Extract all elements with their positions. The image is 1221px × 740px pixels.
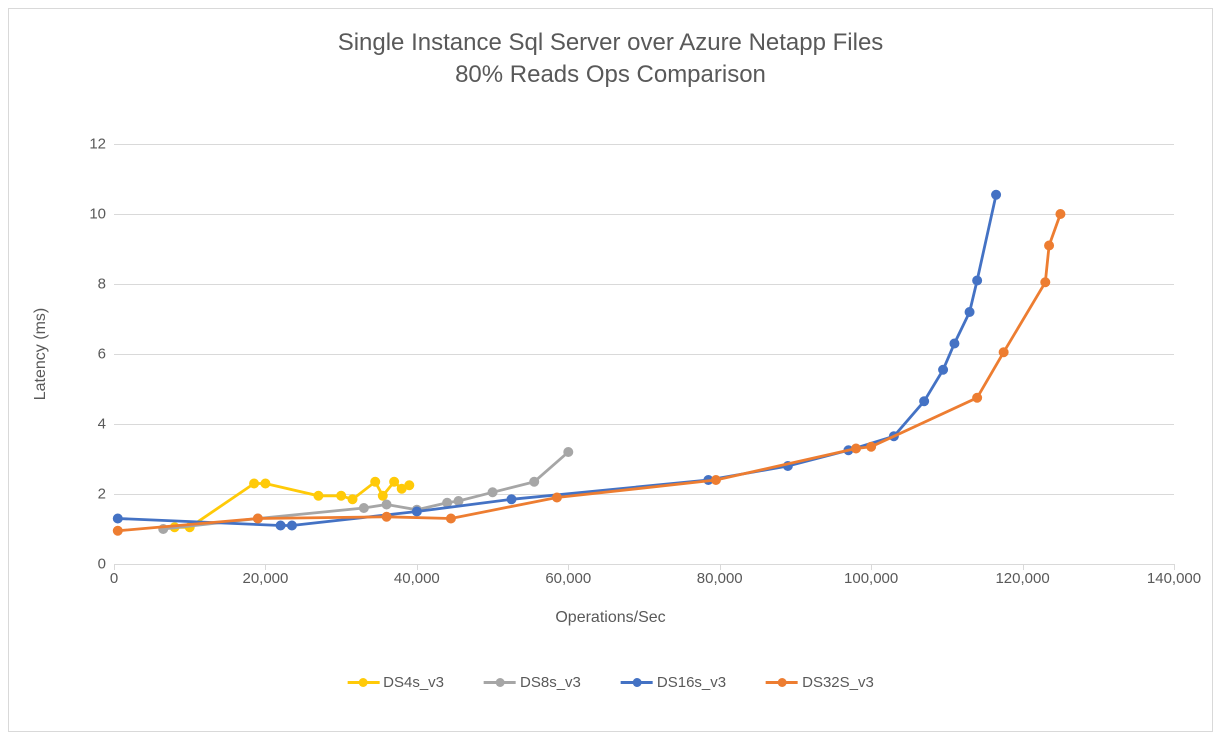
x-tick-label: 40,000	[394, 570, 440, 587]
y-tick-label: 12	[89, 136, 106, 153]
chart-title: Single Instance Sql Server over Azure Ne…	[9, 27, 1212, 59]
data-point	[1055, 209, 1065, 219]
x-axis-label: Operations/Sec	[555, 609, 665, 627]
y-tick-label: 6	[98, 346, 106, 363]
plot-area: 024681012020,00040,00060,00080,000100,00…	[114, 144, 1174, 564]
x-tick-label: 20,000	[242, 570, 288, 587]
gridline	[114, 564, 1174, 565]
data-point	[851, 444, 861, 454]
y-tick-label: 8	[98, 276, 106, 293]
x-tick-label: 60,000	[545, 570, 591, 587]
x-tick-label: 140,000	[1147, 570, 1201, 587]
legend-item-DS8s_v3: DS8s_v3	[484, 674, 581, 691]
chart-container: Single Instance Sql Server over Azure Ne…	[8, 8, 1213, 732]
data-point	[382, 512, 392, 522]
legend-swatch	[347, 676, 379, 690]
data-point	[1040, 277, 1050, 287]
legend-item-DS4s_v3: DS4s_v3	[347, 674, 444, 691]
legend-swatch	[484, 676, 516, 690]
y-tick-label: 10	[89, 206, 106, 223]
y-tick-label: 2	[98, 486, 106, 503]
legend-item-DS32S_v3: DS32S_v3	[766, 674, 874, 691]
legend-label: DS16s_v3	[657, 674, 726, 691]
data-point	[446, 514, 456, 524]
series-DS32S_v3	[114, 144, 1174, 564]
data-point	[1044, 241, 1054, 251]
x-tick-label: 0	[110, 570, 118, 587]
legend-swatch	[621, 676, 653, 690]
x-tick-label: 100,000	[844, 570, 898, 587]
legend-label: DS32S_v3	[802, 674, 874, 691]
data-point	[866, 442, 876, 452]
data-point	[113, 526, 123, 536]
data-point	[972, 393, 982, 403]
data-point	[253, 514, 263, 524]
data-point	[552, 493, 562, 503]
data-point	[999, 347, 1009, 357]
y-tick-label: 0	[98, 556, 106, 573]
y-tick-label: 4	[98, 416, 106, 433]
legend-label: DS4s_v3	[383, 674, 444, 691]
legend-label: DS8s_v3	[520, 674, 581, 691]
x-tick-label: 120,000	[995, 570, 1049, 587]
legend-swatch	[766, 676, 798, 690]
chart-title-block: Single Instance Sql Server over Azure Ne…	[9, 9, 1212, 92]
chart-subtitle: 80% Reads Ops Comparison	[9, 59, 1212, 91]
legend: DS4s_v3 DS8s_v3 DS16s_v3 DS32S_v3	[347, 674, 874, 691]
data-point	[711, 475, 721, 485]
x-tick-label: 80,000	[697, 570, 743, 587]
y-axis-label: Latency (ms)	[32, 308, 50, 400]
legend-item-DS16s_v3: DS16s_v3	[621, 674, 726, 691]
